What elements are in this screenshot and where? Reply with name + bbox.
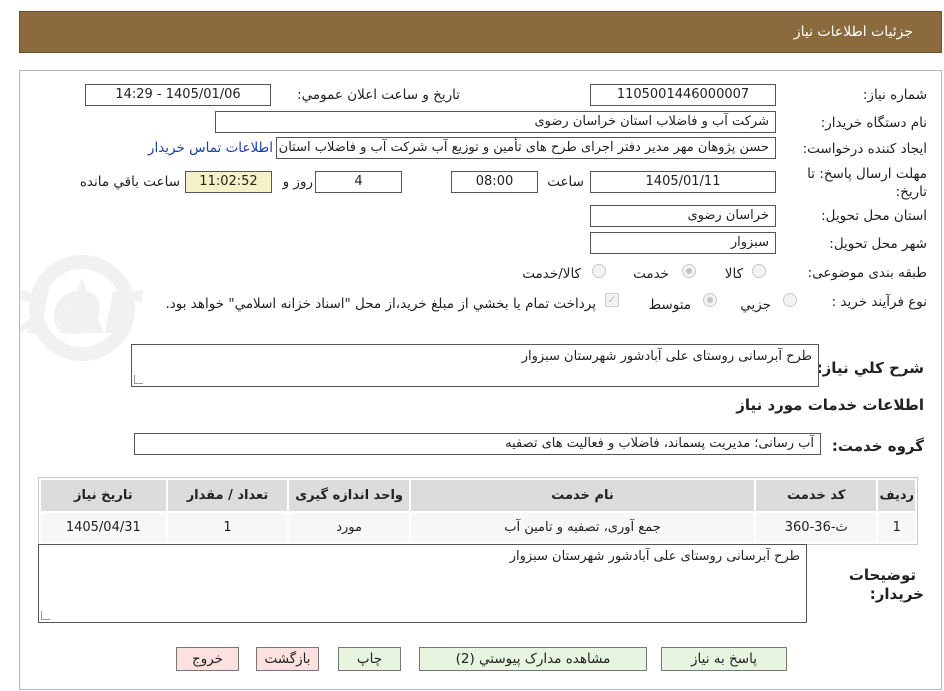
process-label: نوع فرآيند خريد : (831, 294, 927, 310)
category-radio-goods[interactable] (752, 264, 766, 278)
service-group-field: آب رسانی؛ مدیریت پسماند، فاضلاب و فعالیت… (134, 433, 821, 455)
cell-service-name: جمع آوری، تصفیه و تامین آب (408, 511, 757, 544)
cell-need-date: 1405/04/31 (39, 511, 168, 544)
city-field: سبزوار (590, 232, 776, 254)
services-table: رديف کد خدمت نام خدمت واحد اندازه گيری ت… (38, 477, 918, 545)
deadline-time-label: ساعت (547, 174, 584, 190)
category-option-service: خدمت (633, 266, 669, 282)
creator-label: ايجاد کننده درخواست: (802, 141, 927, 157)
days-label: روز و (282, 174, 313, 190)
announce-field: 1405/01/06 - 14:29 (85, 84, 271, 106)
column-header-unit: واحد اندازه گيری (287, 478, 411, 513)
table-header-row: رديف کد خدمت نام خدمت واحد اندازه گيری ت… (39, 478, 917, 513)
creator-field: حسن پژوهان مهر مدیر دفتر اجرای طرح های ت… (276, 137, 776, 159)
category-option-goods-service: کالا/خدمت (522, 266, 581, 282)
category-option-goods: کالا (724, 266, 743, 282)
category-radio-service[interactable] (682, 264, 696, 278)
remaining-time-field: 11:02:52 (185, 171, 272, 193)
buyer-contact-link[interactable]: اطلاعات تماس خريدار (148, 140, 273, 156)
cell-unit: مورد (287, 511, 411, 544)
back-button[interactable]: بازگشت (256, 647, 319, 671)
summary-field: طرح آبرسانی روستای علی آبادشور شهرستان س… (131, 344, 819, 387)
page-title: جزئیات اطلاعات نیاز (793, 24, 913, 40)
buyer-notes-label-2: خريدار: (869, 585, 924, 603)
remaining-label: ساعت باقي مانده (79, 174, 180, 190)
cell-service-code: ث-36-360 (754, 511, 879, 544)
deadline-time-field: 08:00 (451, 171, 538, 193)
city-label: شهر محل تحويل: (829, 236, 927, 252)
table-row: 1 ث-36-360 جمع آوری، تصفیه و تامین آب مو… (39, 511, 917, 544)
print-button[interactable]: چاپ (338, 647, 401, 671)
cell-quantity: 1 (165, 511, 290, 544)
need-number-label: شماره نیاز: (862, 87, 927, 103)
process-option-medium: متوسط (648, 297, 691, 313)
service-group-label: گروه خدمت: (831, 437, 924, 455)
buyer-notes-field: طرح آبرسانی روستای علی آبادشور شهرستان س… (38, 544, 807, 623)
deadline-label: مهلت ارسال پاسخ: تا (807, 166, 927, 182)
summary-text: طرح آبرسانی روستای علی آبادشور شهرستان س… (521, 349, 812, 364)
buyer-notes-text: طرح آبرسانی روستای علی آبادشور شهرستان س… (509, 549, 800, 564)
cell-row-number: 1 (876, 511, 917, 544)
deadline-label-date: تاريخ: (895, 184, 927, 200)
province-field: خراسان رضوی (590, 205, 776, 227)
process-radio-minor[interactable] (783, 293, 797, 307)
column-header-need-date: تاريخ نياز (39, 478, 168, 513)
need-number-field: 1105001446000007 (590, 84, 776, 106)
view-attachments-button[interactable]: مشاهده مدارک پيوستي (2) (419, 647, 647, 671)
column-header-service-code: کد خدمت (754, 478, 879, 513)
buyer-notes-label: توضيحات (848, 566, 916, 584)
page-header: جزئیات اطلاعات نیاز (19, 11, 942, 53)
services-section-title: اطلاعات خدمات مورد نياز (736, 396, 924, 414)
column-header-service-name: نام خدمت (408, 478, 757, 513)
process-option-minor: جزيي (740, 297, 771, 313)
column-header-quantity: تعداد / مقدار (165, 478, 290, 513)
buyer-org-field: شرکت آب و فاضلاب استان خراسان رضوی (215, 111, 776, 133)
payment-note: پرداخت تمام يا بخشي از مبلغ خريد،از محل … (165, 296, 596, 312)
column-header-row-number: رديف (876, 478, 917, 513)
buyer-org-label: نام دستگاه خريدار: (820, 115, 927, 131)
exit-button[interactable]: خروج (176, 647, 239, 671)
process-radio-medium[interactable] (703, 293, 717, 307)
reply-button[interactable]: پاسخ به نياز (661, 647, 787, 671)
category-radio-goods-service[interactable] (592, 264, 606, 278)
resize-grip-icon[interactable] (134, 375, 143, 384)
announce-label: تاریخ و ساعت اعلان عمومي: (297, 87, 460, 103)
resize-grip-icon[interactable] (41, 611, 50, 620)
treasury-payment-checkbox[interactable]: ✓ (605, 293, 619, 307)
days-remaining-field: 4 (315, 171, 402, 193)
summary-label: شرح کلي نياز: (816, 359, 924, 377)
province-label: استان محل تحويل: (821, 208, 927, 224)
deadline-date-field: 1405/01/11 (590, 171, 776, 193)
category-label: طبقه بندی موضوعی: (807, 265, 927, 281)
